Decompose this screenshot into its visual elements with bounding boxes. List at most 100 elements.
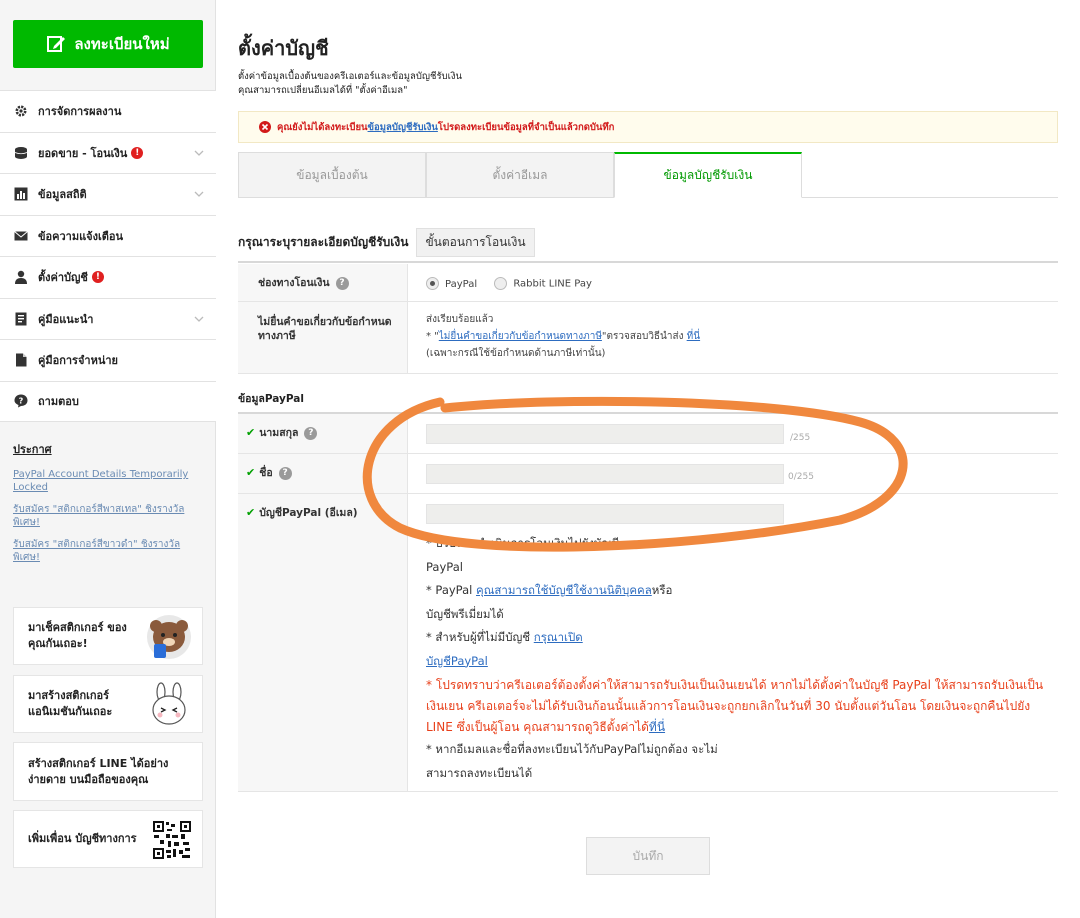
business-account-link[interactable]: คุณสามารถใช้บัญชีใช้งานนิติบุคคล: [476, 583, 652, 597]
firstname-label: ชื่อ: [259, 467, 273, 479]
announcement-link[interactable]: PayPal Account Details Temporarily Locke…: [13, 468, 203, 494]
svg-text:?: ?: [19, 397, 24, 406]
open-account-link[interactable]: กรุณาเปิด: [534, 630, 583, 644]
promo-create-stickers-mobile[interactable]: สร้างสติกเกอร์ LINE ได้อย่างง่ายดาย บนมื…: [13, 742, 203, 801]
tax-requirement-label: ไม่ยื่นคำขอเกี่ยวกับข้อกำหนดทางภาษี: [238, 302, 408, 373]
sidebar-item-label: การจัดการผลงาน: [38, 105, 122, 119]
tax-requirement-value: ส่งเรียบร้อยแล้ว * "ไม่ยื่นคำขอเกี่ยวกับ…: [426, 311, 700, 362]
paypal-info-header: ข้อมูลPayPal: [238, 384, 1058, 414]
check-icon: ✔: [246, 466, 256, 479]
tax-requirement-link[interactable]: ไม่ยื่นคำขอเกี่ยวกับข้อกำหนดทางภาษี: [439, 331, 602, 342]
tax-instruction: * "ไม่ยื่นคำขอเกี่ยวกับข้อกำหนดทางภาษี"ต…: [426, 328, 700, 345]
sidebar-item-account-settings[interactable]: ตั้งค่าบัญชี !: [0, 256, 216, 298]
note-line: สามารถลงทะเบียนได้: [426, 765, 533, 780]
edit-icon: [47, 36, 66, 52]
qr-code-image: [152, 820, 192, 860]
paypal-radio[interactable]: [426, 277, 439, 290]
lastname-label: นามสกุล: [259, 427, 299, 439]
check-icon: ✔: [246, 506, 256, 519]
announcement-link[interactable]: รับสมัคร "สติกเกอร์สีขาวดำ" ชิงรางวัลพิเ…: [13, 538, 203, 564]
description-line: คุณสามารถเปลี่ยนอีเมลได้ที่ "ตั้งค่าอีเม…: [238, 85, 408, 96]
description-line: ตั้งค่าข้อมูลเบื้องต้นของครีเอเตอร์และข้…: [238, 71, 462, 82]
warning-text: โปรดลงทะเบียนข้อมูลที่จำเป็นแล้วกดบันทึก: [437, 121, 615, 133]
field-label: ✔ บัญชีPayPal (อีเมล): [238, 494, 408, 791]
promo-animated-stickers[interactable]: มาสร้างสติกเกอร์ แอนิเมชันกันเถอะ: [13, 675, 203, 733]
warning-link[interactable]: ข้อมูลบัญชีรับเงิน: [368, 120, 438, 135]
section-header: กรุณาระบุรายละเอียดบัญชีรับเงิน ขั้นตอนก…: [238, 223, 1058, 263]
sidebar-item-notifications[interactable]: ข้อความแจ้งเตือน: [0, 214, 216, 256]
user-icon: [15, 271, 27, 285]
sidebar: ลงทะเบียนใหม่ การจัดการผลงาน ยอดขาย - โอ…: [0, 0, 216, 918]
check-icon: ✔: [246, 426, 256, 439]
sidebar-item-statistics[interactable]: ข้อมูลสถิติ: [0, 173, 216, 215]
yen-settings-link[interactable]: ที่นี่: [649, 720, 665, 734]
help-icon[interactable]: ?: [278, 466, 292, 480]
register-new-label: ลงทะเบียนใหม่: [74, 35, 170, 53]
tab-basic-info[interactable]: ข้อมูลเบื้องต้น: [238, 152, 426, 198]
announcement-link[interactable]: รับสมัคร "สติกเกอร์สีพาสเทล" ชิงรางวัลพิ…: [13, 503, 203, 529]
error-icon: [259, 121, 271, 133]
section-title: กรุณาระบุรายละเอียดบัญชีรับเงิน: [238, 234, 409, 249]
chevron-down-icon: [194, 316, 204, 322]
paypal-email-input[interactable]: [426, 504, 784, 524]
book-icon: [15, 312, 27, 326]
note-text: * PayPal: [426, 583, 476, 597]
lastname-char-counter: /255: [790, 433, 811, 443]
warning-banner: คุณยังไม่ได้ลงทะเบียน ข้อมูลบัญชีรับเงิน…: [238, 111, 1058, 143]
sidebar-item-works[interactable]: การจัดการผลงาน: [0, 90, 216, 132]
warning-text: คุณยังไม่ได้ลงทะเบียน: [277, 121, 368, 133]
promo-add-official-account[interactable]: เพิ่มเพื่อน บัญชีทางการ: [13, 810, 203, 868]
page-description: ตั้งค่าข้อมูลเบื้องต้นของครีเอเตอร์และข้…: [238, 70, 462, 98]
question-icon: ?: [14, 394, 28, 408]
firstname-input[interactable]: [426, 464, 784, 484]
sidebar-item-guide[interactable]: คู่มือแนะนำ: [0, 297, 216, 339]
mail-icon: [14, 230, 28, 241]
transfer-channel-options: PayPal Rabbit LINE Pay: [426, 277, 592, 290]
help-icon[interactable]: ?: [304, 426, 318, 440]
tab-email-settings[interactable]: ตั้งค่าอีเมล: [426, 152, 614, 198]
lastname-input[interactable]: [426, 424, 784, 444]
alert-badge: !: [131, 146, 144, 159]
note-line: * PayPal คุณสามารถใช้บัญชีใช้งานนิติบุคค…: [426, 579, 1056, 603]
sidebar-menu: การจัดการผลงาน ยอดขาย - โอนเงิน ! ข้อมูล…: [0, 90, 216, 422]
bear-character-image: [147, 615, 191, 659]
tax-status: ส่งเรียบร้อยแล้ว: [426, 314, 494, 325]
radio-label: Rabbit LINE Pay: [513, 278, 592, 290]
transfer-channel-label: ช่องทางโอนเงิน: [258, 277, 330, 289]
field-label: ✔ ชื่อ?: [238, 454, 408, 493]
radio-label: PayPal: [445, 278, 478, 290]
firstname-char-counter: 0/255: [788, 472, 814, 482]
transfer-procedure-button[interactable]: ขั้นตอนการโอนเงิน: [416, 227, 535, 257]
rabbit-line-pay-radio[interactable]: [494, 277, 508, 290]
note-text: หรือ: [651, 583, 673, 597]
sidebar-item-label: ข้อมูลสถิติ: [38, 188, 87, 202]
help-icon[interactable]: ?: [335, 276, 349, 290]
sidebar-item-sales[interactable]: ยอดขาย - โอนเงิน !: [0, 131, 216, 173]
note-text: * สำหรับผู้ที่ไม่มีบัญชี: [426, 630, 534, 644]
here-link[interactable]: ที่นี่: [687, 331, 700, 342]
register-new-button[interactable]: ลงทะเบียนใหม่: [13, 20, 203, 68]
rabbit-character-image: [152, 682, 186, 725]
sidebar-item-label: ยอดขาย - โอนเงิน: [38, 146, 128, 160]
sidebar-item-label: ข้อความแจ้งเตือน: [38, 229, 124, 243]
sidebar-item-label: ถามตอบ: [38, 395, 79, 409]
coins-icon: [14, 146, 28, 159]
yen-warning-text: * โปรดทราบว่าครีเอเตอร์ต้องตั้งค่าให้สาม…: [426, 678, 1044, 734]
sidebar-item-sales-guide[interactable]: คู่มือการจำหน่าย: [0, 339, 216, 381]
sidebar-item-faq[interactable]: ? ถามตอบ: [0, 380, 216, 422]
page-title: ตั้งค่าบัญชี: [238, 36, 329, 60]
field-label: ✔ นามสกุล?: [238, 414, 408, 453]
tab-payment-account[interactable]: ข้อมูลบัญชีรับเงิน: [614, 152, 802, 198]
gear-icon: [15, 105, 27, 117]
sidebar-item-label: คู่มือการจำหน่าย: [38, 354, 118, 368]
tax-note: (เฉพาะกรณีใช้ข้อกำหนดด้านภาษีเท่านั้น): [426, 348, 606, 359]
tax-requirement-row: ไม่ยื่นคำขอเกี่ยวกับข้อกำหนดทางภาษี ส่งเ…: [238, 302, 1058, 374]
open-paypal-account-link[interactable]: บัญชีPayPal: [426, 654, 488, 668]
paypal-email-label: บัญชีPayPal (อีเมล): [259, 507, 358, 519]
note-line: * สำหรับผู้ที่ไม่มีบัญชี กรุณาเปิด: [426, 626, 1056, 650]
paypal-notes: * บริษัทจะดำเนินการโอนเงินไปยังบัญชี Pay…: [426, 532, 1056, 785]
save-button[interactable]: บันทึก: [586, 837, 710, 875]
promo-check-stickers[interactable]: มาเช็คสติกเกอร์ ของคุณกันเถอะ!: [13, 607, 203, 665]
tax-instruction-text: "ตรวจสอบวิธีนำส่ง: [601, 331, 687, 342]
settings-tabs: ข้อมูลเบื้องต้น ตั้งค่าอีเมล ข้อมูลบัญชี…: [238, 152, 1058, 198]
